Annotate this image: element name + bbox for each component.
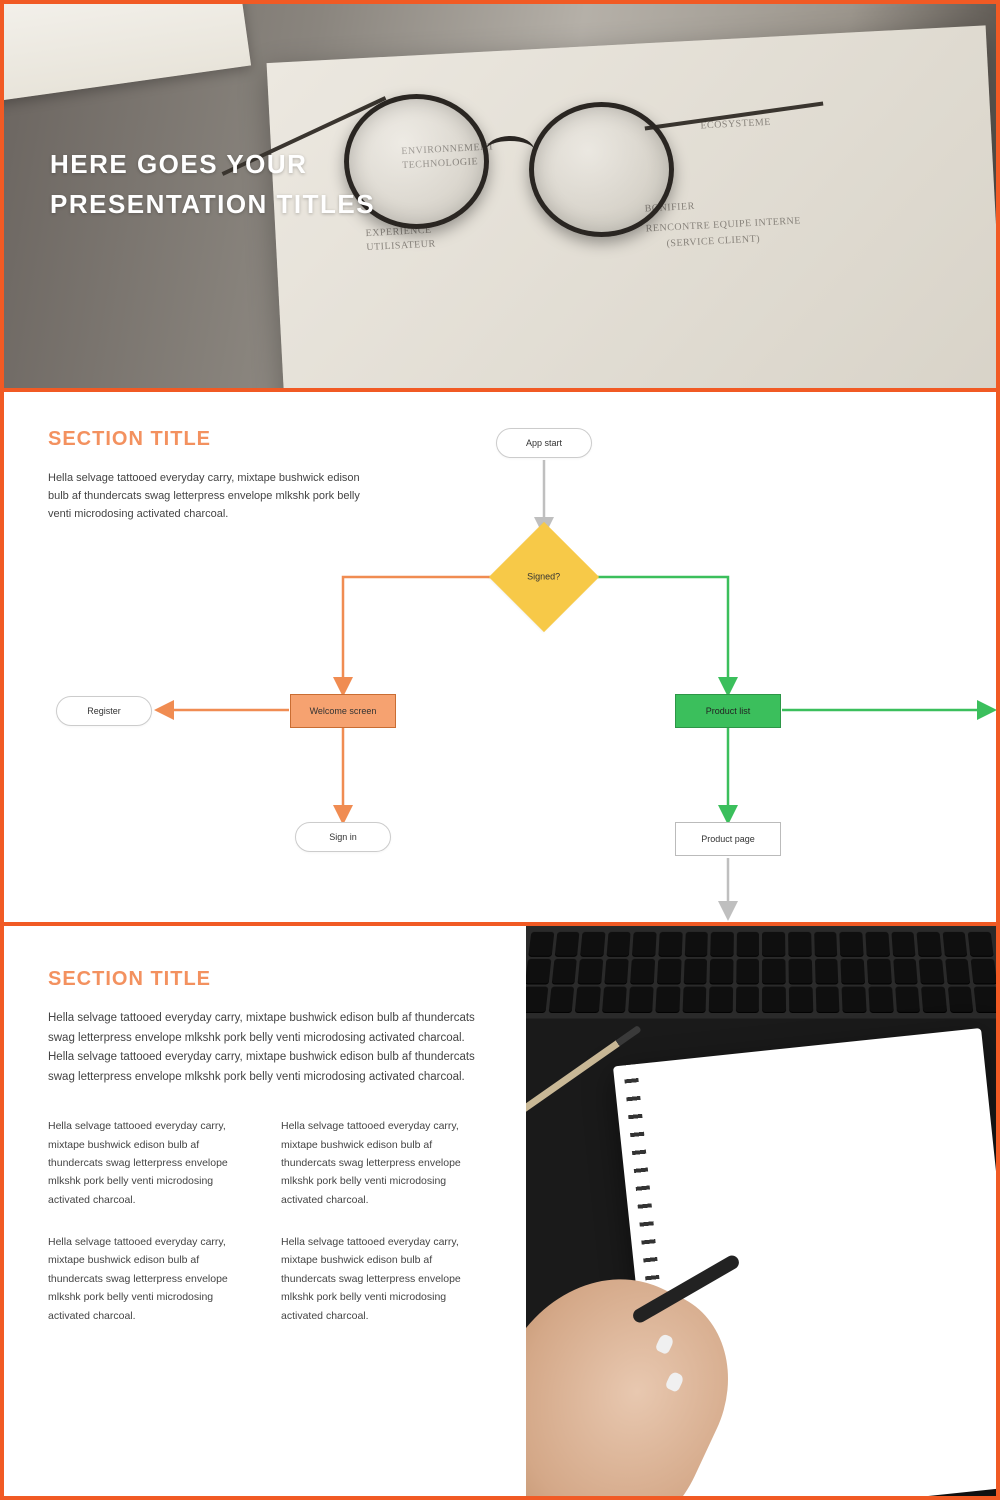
paragraph: Hella selvage tattooed everyday carry, m…: [281, 1233, 482, 1325]
flowchart-node-product-list: Product list: [675, 694, 781, 728]
slide-text-image: SECTION TITLE Hella selvage tattooed eve…: [4, 926, 996, 1496]
title-line-1: HERE GOES YOUR: [50, 144, 375, 184]
paragraph: Hella selvage tattooed everyday carry, m…: [281, 1117, 482, 1209]
flowchart-node-product-page: Product page: [675, 822, 781, 856]
presentation-title: HERE GOES YOUR PRESENTATION TITLES: [50, 144, 375, 225]
slide3-text-area: SECTION TITLE Hella selvage tattooed eve…: [4, 926, 526, 1496]
text-column-1: Hella selvage tattooed everyday carry, m…: [48, 1117, 249, 1325]
flowchart-node-signed: Signed?: [489, 522, 599, 632]
flowchart-node-register: Register: [56, 696, 152, 726]
eyeglasses-illustration: [344, 94, 684, 244]
slide-hero: ENVIRONNEMENT TECHNOLOGIE EXPERIENCE UTI…: [4, 4, 996, 388]
title-line-2: PRESENTATION TITLES: [50, 184, 375, 224]
section-title: SECTION TITLE: [48, 968, 482, 991]
text-column-2: Hella selvage tattooed everyday carry, m…: [281, 1117, 482, 1325]
text-columns: Hella selvage tattooed everyday carry, m…: [48, 1117, 482, 1325]
paragraph: Hella selvage tattooed everyday carry, m…: [48, 1233, 249, 1325]
flowchart-node-signin: Sign in: [295, 822, 391, 852]
flowchart-node-app-start: App start: [496, 428, 592, 458]
slide-flowchart: SECTION TITLE Hella selvage tattooed eve…: [4, 392, 996, 922]
slide3-photo: [526, 926, 996, 1496]
section-lead: Hella selvage tattooed everyday carry, m…: [48, 1009, 478, 1087]
keyboard-illustration: [526, 926, 996, 1018]
flowchart-node-welcome: Welcome screen: [290, 694, 396, 728]
flowchart-connectors: [4, 392, 996, 922]
template-preview-frame: ENVIRONNEMENT TECHNOLOGIE EXPERIENCE UTI…: [0, 0, 1000, 1500]
paragraph: Hella selvage tattooed everyday carry, m…: [48, 1117, 249, 1209]
flowchart: App start Signed? Welcome screen Registe…: [4, 392, 996, 922]
